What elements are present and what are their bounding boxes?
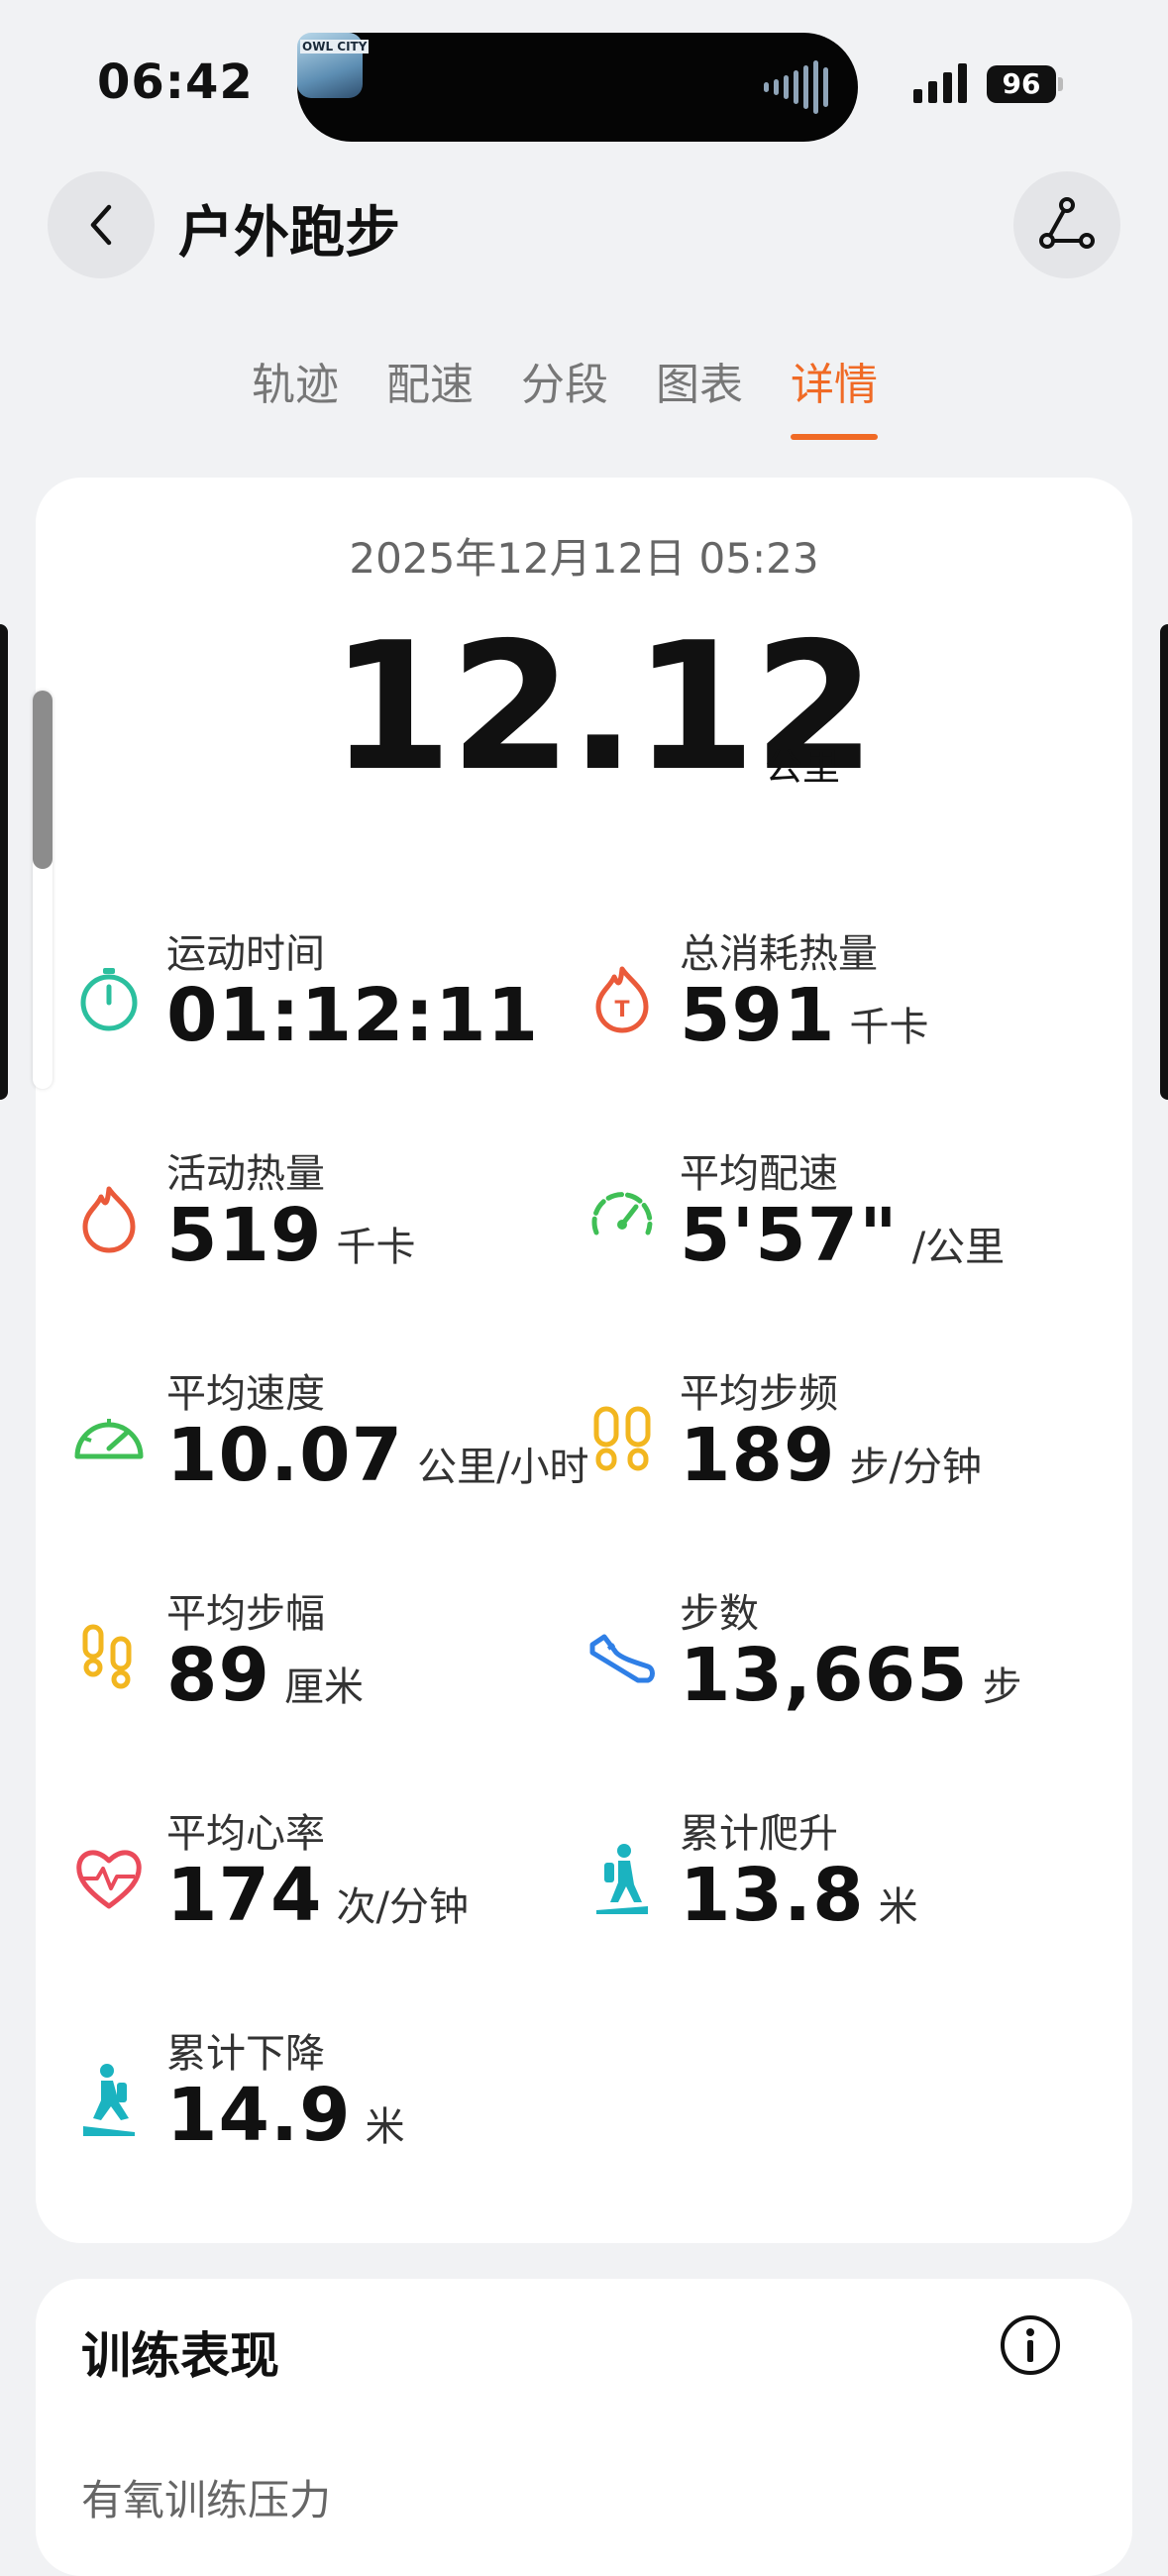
- metric-total-ascent: 累计爬升 13.8 米: [584, 1801, 1100, 1960]
- workout-datetime: 2025年12月12日 05:23: [349, 534, 819, 583]
- metric-avg-heart-rate: 平均心率 174 次/分钟: [71, 1801, 586, 1960]
- flame-icon: [71, 1181, 147, 1256]
- metric-unit: 厘米: [283, 1664, 364, 1710]
- metric-label: 总消耗热量: [680, 931, 878, 977]
- route-button[interactable]: [1013, 171, 1120, 278]
- album-art[interactable]: OWL CITY: [297, 33, 370, 98]
- distance-unit: 公里: [765, 745, 841, 789]
- metric-avg-speed: 平均速度 10.07 公里/小时: [71, 1361, 589, 1520]
- footprints-icon: [584, 1401, 660, 1476]
- metric-total-descent: 累计下降 14.9 米: [71, 2021, 586, 2180]
- info-icon: [1026, 2328, 1034, 2362]
- battery-cap: [1058, 77, 1063, 91]
- metric-unit: 米: [878, 1884, 918, 1930]
- info-button[interactable]: [1001, 2315, 1060, 2375]
- right-edge-shadow: [1160, 624, 1168, 1100]
- tab-details[interactable]: 详情: [791, 349, 878, 440]
- metric-label: 累计爬升: [680, 1811, 838, 1857]
- back-button[interactable]: [48, 171, 155, 278]
- metric-value: 591: [680, 973, 836, 1058]
- tab-track[interactable]: 轨迹: [252, 349, 339, 440]
- dynamic-island[interactable]: OWL CITY: [297, 33, 858, 142]
- metric-value: 13,665: [680, 1633, 969, 1718]
- metric-label: 步数: [680, 1591, 759, 1637]
- sneaker-icon: [584, 1621, 660, 1696]
- tab-bar: 轨迹 配速 分段 图表 详情: [252, 349, 878, 440]
- metric-active-calories: 活动热量 519 千卡: [71, 1141, 586, 1300]
- tab-pace[interactable]: 配速: [386, 349, 474, 440]
- metric-unit: 千卡: [336, 1225, 416, 1270]
- heartbeat-icon: [71, 1841, 147, 1916]
- aerobic-training-load-label: 有氧训练压力: [81, 2476, 332, 2524]
- metric-unit: /公里: [911, 1225, 1006, 1270]
- metric-avg-cadence: 平均步频 189 步/分钟: [584, 1361, 1100, 1520]
- pace-gauge-icon: [584, 1181, 660, 1256]
- metric-label: 平均速度: [166, 1371, 325, 1417]
- left-edge-shadow: [0, 624, 8, 1100]
- scrollbar-thumb[interactable]: [33, 691, 53, 869]
- metric-unit: 公里/小时: [417, 1445, 589, 1490]
- metric-avg-pace: 平均配速 5'57" /公里: [584, 1141, 1100, 1300]
- metric-value: 5'57": [680, 1193, 899, 1278]
- metric-label: 活动热量: [166, 1151, 325, 1197]
- tab-splits[interactable]: 分段: [521, 349, 608, 440]
- status-time: 06:42: [97, 54, 254, 110]
- training-title: 训练表现: [81, 2327, 279, 2385]
- chevron-left-icon: [90, 204, 112, 246]
- cellular-signal-icon: [913, 61, 967, 103]
- total-calorie-flame-icon: T: [584, 961, 660, 1036]
- metric-unit: 步: [982, 1664, 1022, 1710]
- stopwatch-icon: [71, 961, 147, 1036]
- metric-label: 平均步频: [680, 1371, 838, 1417]
- album-art-text: OWL CITY: [300, 40, 370, 54]
- metric-value: 519: [166, 1193, 323, 1278]
- metric-steps: 步数 13,665 步: [584, 1581, 1100, 1740]
- metric-unit: 次/分钟: [336, 1884, 469, 1930]
- metric-label: 累计下降: [166, 2031, 325, 2077]
- metric-label: 运动时间: [166, 931, 325, 977]
- metric-total-calories: T 总消耗热量 591 千卡: [584, 921, 1100, 1080]
- metric-duration: 运动时间 01:12:11: [71, 921, 586, 1080]
- speedometer-icon: [71, 1401, 147, 1476]
- tab-charts[interactable]: 图表: [656, 349, 743, 440]
- metric-avg-stride: 平均步幅 89 厘米: [71, 1581, 586, 1740]
- metric-unit: 米: [365, 2104, 405, 2150]
- metric-label: 平均心率: [166, 1811, 325, 1857]
- audio-waveform-icon: [764, 60, 828, 114]
- hiker-uphill-icon: [584, 1841, 660, 1916]
- metric-value: 13.8: [680, 1853, 865, 1938]
- metric-value: 89: [166, 1633, 270, 1718]
- page-title: 户外跑步: [178, 201, 400, 266]
- metric-label: 平均配速: [680, 1151, 838, 1197]
- footprints-small-icon: [71, 1621, 147, 1696]
- metric-value: 14.9: [166, 2073, 352, 2158]
- hiker-downhill-icon: [71, 2061, 147, 2136]
- metric-unit: 步/分钟: [849, 1445, 982, 1490]
- metric-value: 189: [680, 1413, 836, 1498]
- metric-value: 10.07: [166, 1413, 404, 1498]
- metric-value: 174: [166, 1853, 323, 1938]
- svg-text:T: T: [614, 998, 629, 1022]
- battery-level: 96: [987, 65, 1056, 103]
- metric-value: 01:12:11: [166, 973, 540, 1058]
- metric-unit: 千卡: [849, 1005, 929, 1050]
- route-share-icon: [1039, 197, 1095, 249]
- metric-label: 平均步幅: [166, 1591, 325, 1637]
